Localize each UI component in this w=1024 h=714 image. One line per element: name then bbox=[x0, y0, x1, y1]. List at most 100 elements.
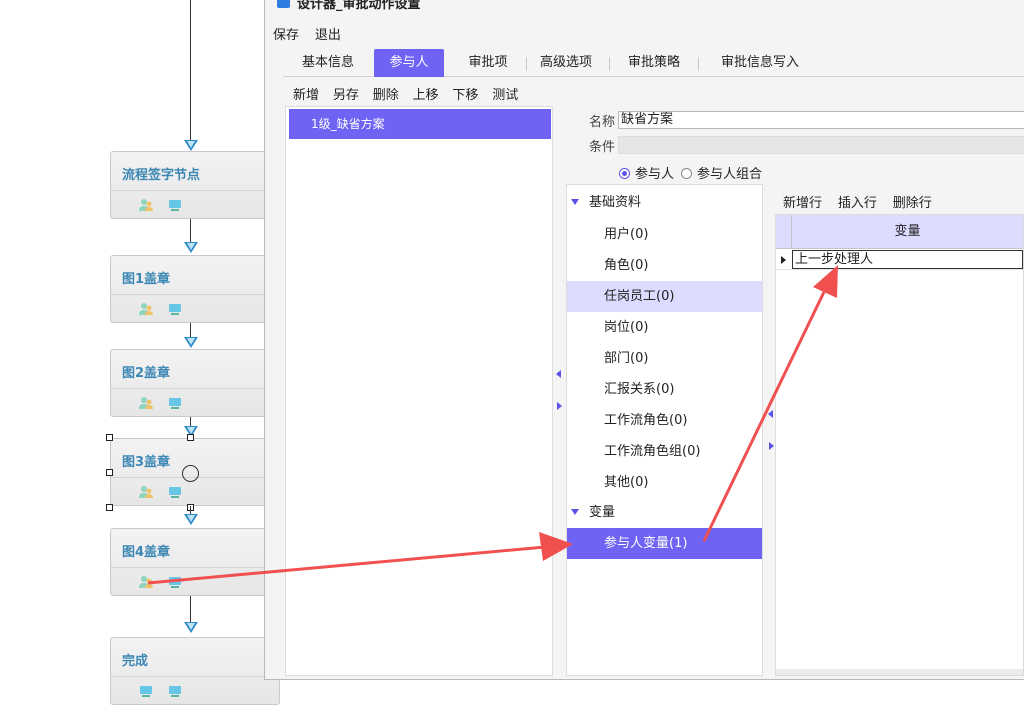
flow-arrowhead bbox=[184, 337, 198, 348]
monitor-icon[interactable] bbox=[167, 684, 183, 698]
current-row-icon bbox=[781, 256, 786, 264]
variable-cell[interactable]: 上一步处理人 bbox=[792, 250, 1023, 269]
tree-group-basic[interactable]: 基础资料 bbox=[571, 188, 641, 218]
radio-dot bbox=[681, 168, 692, 179]
tree-item-position[interactable]: 岗位(0) bbox=[567, 312, 762, 343]
flow-node-title: 流程签字节点 bbox=[122, 168, 201, 183]
tab-approval-items[interactable]: 审批项 bbox=[453, 49, 523, 77]
flow-node-title: 图4盖章 bbox=[122, 545, 171, 560]
window-title: 设计器_审批动作设置 bbox=[297, 0, 421, 12]
name-field[interactable]: 缺省方案 bbox=[618, 111, 1024, 129]
save-as-button[interactable]: 另存 bbox=[333, 84, 359, 103]
plan-toolbar: 新增 另存 删除 上移 下移 测试 bbox=[293, 84, 528, 103]
insert-row-button[interactable]: 插入行 bbox=[838, 192, 877, 211]
monitor-icon[interactable] bbox=[138, 684, 154, 698]
node-divider bbox=[111, 567, 279, 568]
expand-triangle-icon bbox=[571, 199, 579, 205]
radio-label: 参与人 bbox=[635, 167, 675, 182]
tree-item-participant-variable[interactable]: 参与人变量(1) bbox=[567, 528, 762, 559]
condition-field[interactable] bbox=[618, 136, 1024, 154]
expand-right-icon[interactable] bbox=[769, 442, 774, 450]
plan-item[interactable]: 1级_缺省方案 bbox=[289, 109, 551, 139]
flow-node-stamp4[interactable]: 图4盖章 bbox=[110, 528, 280, 596]
tree-item-workflow-role[interactable]: 工作流角色(0) bbox=[567, 405, 762, 436]
move-down-button[interactable]: 下移 bbox=[452, 84, 478, 103]
tree-item-position-employee[interactable]: 任岗员工(0) bbox=[567, 281, 762, 312]
category-tree: 基础资料 用户(0) 角色(0) 任岗员工(0) 岗位(0) 部门(0) 汇报关… bbox=[566, 184, 763, 676]
menu-save[interactable]: 保存 bbox=[273, 24, 299, 43]
expand-triangle-icon bbox=[571, 509, 579, 515]
radio-participant[interactable]: 参与人 bbox=[619, 163, 674, 182]
delete-button[interactable]: 删除 bbox=[373, 84, 399, 103]
flow-connector bbox=[190, 0, 191, 140]
participant-icon[interactable] bbox=[138, 575, 154, 589]
add-button[interactable]: 新增 bbox=[293, 84, 319, 103]
tree-group-label: 基础资料 bbox=[589, 195, 642, 210]
collapse-left-icon[interactable] bbox=[556, 370, 561, 378]
grid-header: 变量 bbox=[776, 215, 1023, 249]
expand-right-icon[interactable] bbox=[557, 402, 562, 410]
participant-icon[interactable] bbox=[138, 485, 154, 499]
menu-exit[interactable]: 退出 bbox=[315, 24, 341, 43]
flow-connector bbox=[190, 323, 191, 337]
tree-item-workflow-role-group[interactable]: 工作流角色组(0) bbox=[567, 436, 762, 467]
tab-approval-write[interactable]: 审批信息写入 bbox=[705, 49, 815, 77]
tree-item-department[interactable]: 部门(0) bbox=[567, 343, 762, 374]
delete-row-button[interactable]: 删除行 bbox=[893, 192, 932, 211]
grid-row-header bbox=[776, 215, 792, 249]
node-divider bbox=[111, 676, 279, 677]
variable-toolbar: 新增行 插入行 删除行 bbox=[783, 192, 944, 211]
node-divider bbox=[111, 294, 279, 295]
selection-handle[interactable] bbox=[106, 434, 113, 441]
tab-participants[interactable]: 参与人 bbox=[374, 49, 444, 77]
add-row-button[interactable]: 新增行 bbox=[783, 192, 822, 211]
flow-node-sign[interactable]: 流程签字节点 bbox=[110, 151, 280, 219]
name-label: 名称 bbox=[589, 115, 616, 130]
tree-item-role[interactable]: 角色(0) bbox=[567, 250, 762, 281]
monitor-icon[interactable] bbox=[167, 198, 183, 212]
horizontal-scrollbar[interactable] bbox=[776, 669, 1023, 675]
tab-strategy[interactable]: 审批策略 bbox=[615, 49, 693, 77]
participant-editor: 名称 缺省方案 条件 参与人 参与人组合 基础资料 用户(0) 角色(0) 任岗… bbox=[565, 106, 1024, 676]
app-icon bbox=[277, 0, 290, 8]
radio-participant-group[interactable]: 参与人组合 bbox=[681, 163, 762, 182]
flow-arrowhead bbox=[184, 514, 198, 525]
flow-connector bbox=[190, 506, 191, 514]
tree-item-reporting[interactable]: 汇报关系(0) bbox=[567, 374, 762, 405]
monitor-icon[interactable] bbox=[167, 485, 183, 499]
move-up-button[interactable]: 上移 bbox=[413, 84, 439, 103]
flow-node-finish[interactable]: 完成 bbox=[110, 637, 280, 705]
flow-node-title: 图2盖章 bbox=[122, 366, 171, 381]
selection-handle[interactable] bbox=[106, 504, 113, 511]
menu-bar: 保存 退出 bbox=[273, 24, 353, 43]
participant-icon[interactable] bbox=[138, 198, 154, 212]
tab-divider bbox=[609, 57, 610, 71]
flow-node-title: 完成 bbox=[122, 654, 149, 669]
tree-item-user[interactable]: 用户(0) bbox=[567, 219, 762, 250]
flow-connector bbox=[190, 596, 191, 622]
collapse-left-icon[interactable] bbox=[768, 410, 773, 418]
plan-list: 1级_缺省方案 bbox=[285, 106, 553, 676]
column-header-variable[interactable]: 变量 bbox=[792, 215, 1023, 249]
table-row[interactable]: 上一步处理人 bbox=[776, 250, 1023, 270]
rotate-handle[interactable] bbox=[182, 465, 199, 482]
tab-bar: 基本信息 参与人 审批项 高级选项 审批策略 审批信息写入 bbox=[283, 47, 1024, 77]
flow-node-stamp2[interactable]: 图2盖章 bbox=[110, 349, 280, 417]
participant-icon[interactable] bbox=[138, 396, 154, 410]
tab-divider bbox=[698, 57, 699, 71]
condition-label: 条件 bbox=[589, 140, 616, 155]
flow-arrowhead bbox=[184, 622, 198, 633]
monitor-icon[interactable] bbox=[167, 575, 183, 589]
monitor-icon[interactable] bbox=[167, 302, 183, 316]
flow-node-stamp1[interactable]: 图1盖章 bbox=[110, 255, 280, 323]
tab-basic-info[interactable]: 基本信息 bbox=[289, 49, 367, 77]
flow-node-title: 图3盖章 bbox=[122, 455, 171, 470]
selection-handle[interactable] bbox=[106, 469, 113, 476]
tree-item-other[interactable]: 其他(0) bbox=[567, 467, 762, 498]
tree-group-variables[interactable]: 变量 bbox=[571, 498, 615, 528]
participant-icon[interactable] bbox=[138, 302, 154, 316]
tab-advanced[interactable]: 高级选项 bbox=[529, 49, 603, 77]
selection-handle[interactable] bbox=[187, 434, 194, 441]
test-button[interactable]: 测试 bbox=[492, 84, 518, 103]
monitor-icon[interactable] bbox=[167, 396, 183, 410]
